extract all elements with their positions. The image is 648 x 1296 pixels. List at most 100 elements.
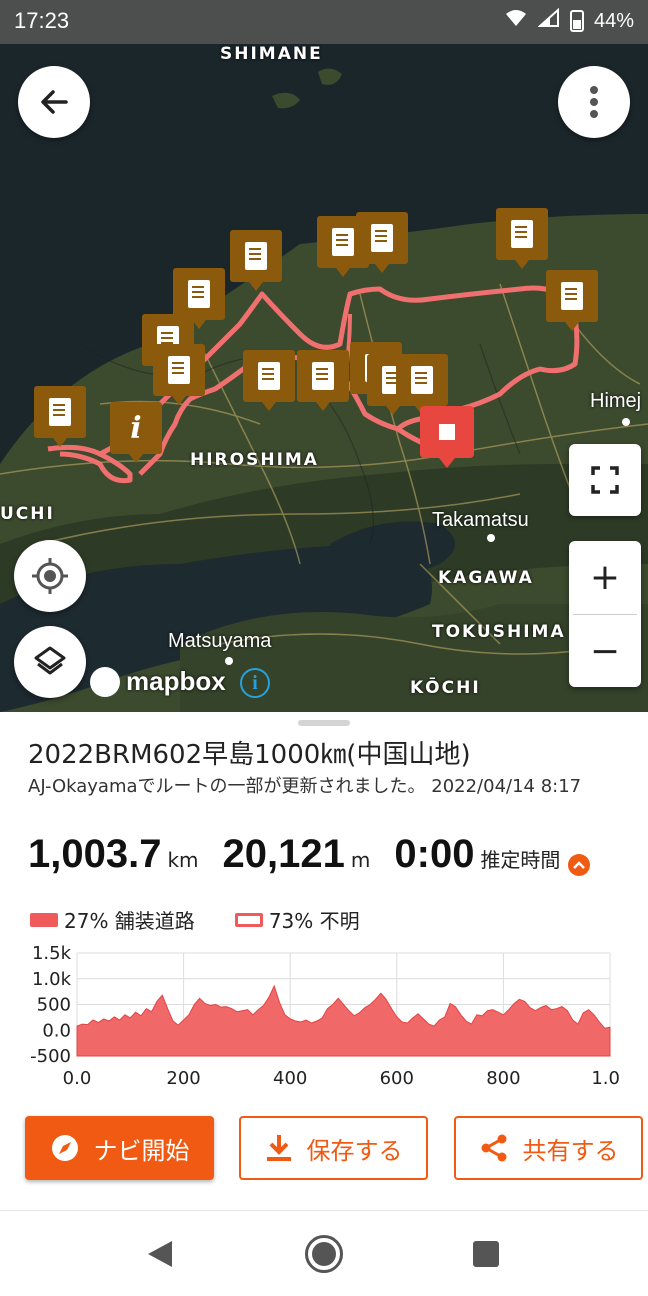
document-icon xyxy=(188,280,210,308)
cue-marker[interactable] xyxy=(297,350,349,411)
compass-icon xyxy=(50,1133,80,1163)
route-update-note: AJ-Okayamaでルートの一部が更新されました。 2022/04/14 8:… xyxy=(28,776,582,797)
share-label: 共有する xyxy=(522,1136,619,1165)
elevation-value: 20,121 xyxy=(222,832,345,876)
cue-marker[interactable] xyxy=(496,208,548,269)
nav-back-icon[interactable] xyxy=(148,1241,172,1267)
region-label-shimane: SHIMANE xyxy=(220,44,323,64)
takamatsu-dot xyxy=(487,534,495,542)
document-icon xyxy=(49,398,71,426)
document-icon xyxy=(245,242,267,270)
document-icon xyxy=(561,282,583,310)
surface-legend: 27% 舗装道路 73% 不明 xyxy=(30,905,400,934)
legend-swatch-paved xyxy=(30,912,58,927)
fullscreen-icon xyxy=(591,466,619,494)
my-location-button[interactable] xyxy=(14,540,86,612)
cue-marker[interactable] xyxy=(34,386,86,447)
info-marker[interactable]: i xyxy=(110,402,162,463)
nav-home-icon[interactable] xyxy=(305,1235,343,1273)
city-label-himeji: Himej xyxy=(590,390,642,412)
legend-item-paved: 27% 舗装道路 xyxy=(30,905,195,934)
stop-icon xyxy=(439,424,455,440)
battery-percent: 44% xyxy=(593,9,634,32)
more-vertical-icon xyxy=(590,86,598,118)
more-options-button[interactable] xyxy=(558,66,630,138)
chart-x-tick: 800 xyxy=(486,1068,520,1089)
cue-marker[interactable] xyxy=(243,350,295,411)
document-icon xyxy=(258,362,280,390)
start-navigation-label: ナビ開始 xyxy=(93,1136,190,1165)
city-label-takamatsu: Takamatsu xyxy=(432,509,529,531)
sheet-drag-handle[interactable] xyxy=(298,720,350,726)
map-layers-button[interactable] xyxy=(14,626,86,698)
crosshair-icon xyxy=(32,558,68,594)
map-view[interactable]: SHIMANE HIROSHIMA UCHI KAGAWA TOKUSHIMA … xyxy=(0,44,648,712)
himeji-dot xyxy=(622,418,630,426)
info-icon: i xyxy=(130,410,142,446)
matsuyama-dot xyxy=(225,657,233,665)
route-title: 2022BRM602早島1000㎞(中国山地) xyxy=(28,740,471,770)
back-button[interactable] xyxy=(18,66,90,138)
cue-marker[interactable] xyxy=(173,268,225,329)
cue-marker[interactable] xyxy=(230,230,282,291)
distance-unit: km xyxy=(167,848,199,872)
save-button[interactable]: 保存する xyxy=(239,1116,428,1180)
chart-y-tick: 1.0k xyxy=(32,969,72,990)
signal-icon xyxy=(537,7,560,34)
elevation-unit: m xyxy=(350,848,371,872)
region-label-kagawa: KAGAWA xyxy=(438,568,534,588)
legend-label-paved: 27% 舗装道路 xyxy=(64,909,195,933)
legend-swatch-unknown xyxy=(234,912,263,927)
status-icons: 44% xyxy=(504,7,634,34)
zoom-in-button[interactable]: + xyxy=(569,541,641,614)
cue-marker[interactable] xyxy=(396,354,448,415)
route-stats: 1,003.7 km 20,121 m 0:00 推定時間 xyxy=(28,832,591,877)
chart-y-tick: 500 xyxy=(37,995,71,1016)
chart-y-tick: 1.5k xyxy=(32,943,72,964)
chart-x-tick: 200 xyxy=(166,1068,200,1089)
mapbox-wordmark: mapbox xyxy=(126,666,226,696)
elevation-chart[interactable]: 1.5k1.0k5000.0-5000.0 200 400 600 800 1.0 xyxy=(0,940,648,1106)
chevron-up-icon[interactable] xyxy=(568,854,591,876)
status-bar: 17:23 44% xyxy=(0,0,648,44)
region-label-tokushima: TOKUSHIMA xyxy=(432,622,566,642)
zoom-controls: + − xyxy=(569,541,641,687)
chart-x-tick: 0.0 xyxy=(63,1068,92,1089)
system-nav-bar xyxy=(0,1210,648,1296)
document-icon xyxy=(411,366,433,394)
share-icon xyxy=(479,1133,509,1163)
distance-value: 1,003.7 xyxy=(28,832,162,876)
legend-label-unknown: 73% 不明 xyxy=(268,909,360,933)
status-time: 17:23 xyxy=(14,8,70,33)
chart-x-tick: 600 xyxy=(380,1068,414,1089)
city-label-matsuyama: Matsuyama xyxy=(168,630,272,652)
battery-icon xyxy=(569,10,584,32)
download-icon xyxy=(265,1133,293,1163)
nav-recents-icon[interactable] xyxy=(473,1241,499,1267)
zoom-out-button[interactable]: − xyxy=(569,615,641,688)
chart-x-tick: 1.0 xyxy=(591,1068,620,1089)
chart-y-tick: 0.0 xyxy=(42,1020,71,1041)
layers-icon xyxy=(34,646,66,675)
cue-marker[interactable] xyxy=(546,270,598,331)
arrow-left-icon xyxy=(41,90,68,114)
cue-marker[interactable] xyxy=(356,212,408,273)
fullscreen-button[interactable] xyxy=(569,444,641,516)
region-label-hiroshima: HIROSHIMA xyxy=(190,450,319,470)
mapbox-icon xyxy=(90,666,120,697)
attribution-info-icon[interactable]: i xyxy=(240,668,270,698)
goal-marker[interactable] xyxy=(420,406,474,468)
legend-item-unknown: 73% 不明 xyxy=(234,905,360,934)
document-icon xyxy=(332,228,354,256)
document-icon xyxy=(312,362,334,390)
share-button[interactable]: 共有する xyxy=(454,1116,643,1180)
document-icon xyxy=(371,224,393,252)
start-navigation-button[interactable]: ナビ開始 xyxy=(25,1116,214,1180)
route-details-sheet: 2022BRM602早島1000㎞(中国山地) AJ-Okayamaでルートの一… xyxy=(0,712,648,1210)
mapbox-logo: mapbox xyxy=(90,666,226,697)
region-label-kochi: KŌCHI xyxy=(410,678,481,698)
wifi-icon xyxy=(504,8,528,34)
region-label-uchi: UCHI xyxy=(0,504,55,524)
time-value: 0:00 xyxy=(394,832,475,876)
cue-marker[interactable] xyxy=(153,344,205,405)
